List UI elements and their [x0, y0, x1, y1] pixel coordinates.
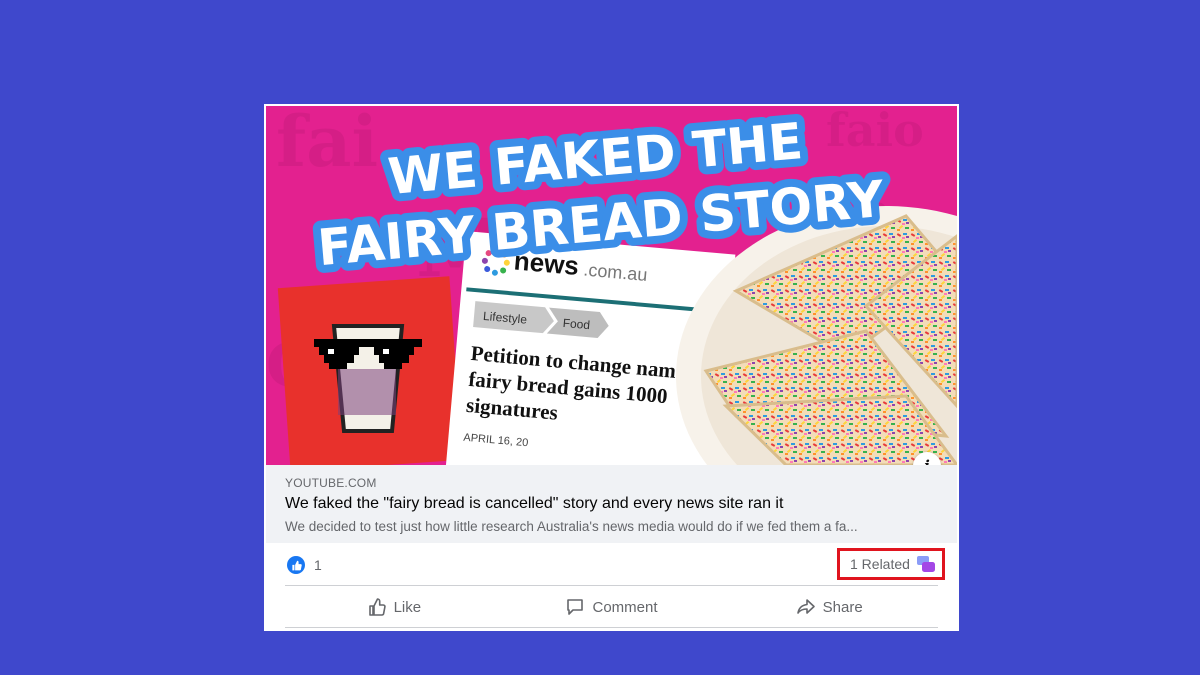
post-actions: Like Comment Share	[285, 587, 938, 627]
comment-button-label: Comment	[592, 598, 658, 616]
facebook-post-card: fai faio Ma Cu ie	[264, 104, 959, 631]
like-reaction-icon[interactable]	[287, 556, 305, 574]
comment-icon	[567, 599, 584, 615]
link-preview-meta[interactable]: YOUTUBE.COM We faked the "fairy bread is…	[266, 465, 957, 543]
link-description: We decided to test just how little resea…	[285, 519, 858, 534]
related-icon	[916, 556, 935, 572]
related-label: 1 Related	[850, 556, 910, 572]
thumbnail-image: fai faio Ma Cu ie	[266, 106, 957, 465]
related-button[interactable]: 1 Related	[837, 548, 945, 580]
comment-button[interactable]: Comment	[503, 587, 721, 627]
breadcrumb-food: Food	[562, 316, 590, 332]
share-icon	[796, 599, 815, 614]
like-button-label: Like	[393, 598, 422, 616]
like-count[interactable]: 1	[314, 557, 322, 573]
link-title[interactable]: We faked the "fairy bread is cancelled" …	[285, 495, 783, 513]
link-domain: YOUTUBE.COM	[285, 476, 377, 490]
actions-divider-bottom	[285, 627, 938, 628]
share-button[interactable]: Share	[720, 587, 938, 627]
actions-divider-top	[285, 585, 938, 586]
svg-text:faio: faio	[826, 106, 924, 157]
post-stats-bar: 1 1 Related	[264, 543, 959, 587]
thumbs-up-icon	[368, 598, 386, 616]
svg-text:fai: fai	[276, 106, 378, 183]
like-button[interactable]: Like	[285, 587, 503, 627]
share-button-label: Share	[822, 598, 863, 616]
link-thumbnail[interactable]: fai faio Ma Cu ie	[266, 106, 957, 465]
